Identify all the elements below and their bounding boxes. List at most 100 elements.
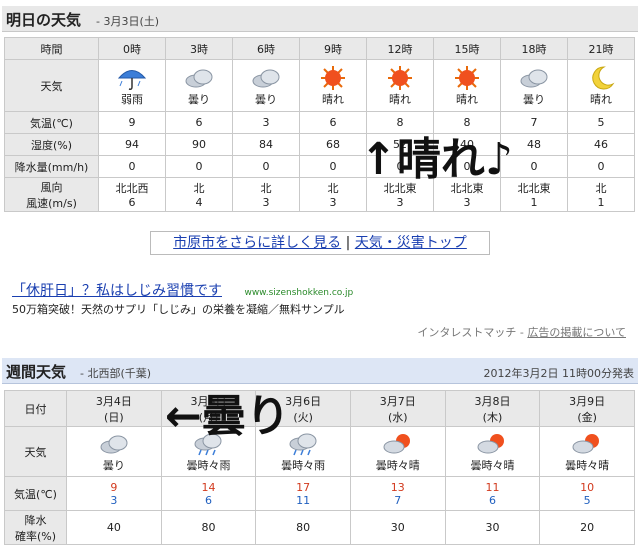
ad-url: www.sizenshokken.co.jp xyxy=(244,288,354,298)
links-separator: | xyxy=(345,235,351,251)
wind-speed: 4 xyxy=(195,196,203,209)
tomorrow-table: 時間 0時 3時 6時 9時 12時 15時 18時 21時 天気 弱雨 曇り xyxy=(4,37,635,212)
wind-dir: 北北西 xyxy=(115,182,149,195)
date-header: 日付 xyxy=(4,390,67,427)
humidity-cell: 90 xyxy=(165,133,233,156)
detail-link[interactable]: 市原市をさらに詳しく見る xyxy=(173,235,341,251)
wind-dir: 北 xyxy=(193,182,205,195)
weekly-weather-cell: 曇時々晴 xyxy=(349,426,446,477)
cloud-sun-icon xyxy=(477,433,505,453)
weekly-weather-cell: 曇時々晴 xyxy=(444,426,541,477)
precip-cell: 0 xyxy=(567,155,635,178)
cloudy-annotation: ←曇り xyxy=(165,391,290,442)
ad-footer-dash: - xyxy=(519,326,524,339)
weather-text: 曇り xyxy=(188,92,210,106)
temp-cell: 6 xyxy=(299,111,367,134)
rain-label-1: 降水 xyxy=(24,513,47,527)
day-date: 3月9日 xyxy=(569,394,606,408)
weekly-table: 日付 3月4日 (日) 3月5日 (月) 3月6日 (火) 3月7日 (水) 3月8日(… xyxy=(4,390,635,545)
ad-headline-row: 「休肝日」？私はしじみ習慣です www.sizenshokken.co.jp xyxy=(12,280,353,300)
weather-cell: 晴れ xyxy=(567,59,635,112)
time-cell: 21時 xyxy=(567,37,635,60)
temp-high: 13 xyxy=(390,480,405,494)
wind-speed: 1 xyxy=(597,196,605,209)
weather-text: 弱雨 xyxy=(121,92,143,106)
day-dow: (木) xyxy=(482,410,503,424)
precip-label: 降水量(mm/h) xyxy=(4,155,99,178)
weekly-temp-cell: 14 6 xyxy=(160,476,257,511)
wind-dir-label: 風向 xyxy=(40,180,63,194)
weather-text: 曇時々雨 xyxy=(281,458,326,472)
weekly-temp-cell: 13 7 xyxy=(349,476,446,511)
weekly-weather-cell: 曇時々晴 xyxy=(539,426,635,477)
weekly-temp-cell: 11 6 xyxy=(444,476,541,511)
weather-cell: 晴れ xyxy=(299,59,367,112)
weather-cell: 晴れ xyxy=(366,59,434,112)
wind-cell: 北北西 6 xyxy=(98,177,166,212)
wind-speed: 3 xyxy=(396,196,404,209)
temp-high: 14 xyxy=(201,480,216,494)
time-header: 時間 xyxy=(4,37,99,60)
date-cell: 3月4日 (日) xyxy=(66,390,162,427)
humidity-cell: 46 xyxy=(567,133,635,156)
time-cell: 6時 xyxy=(232,37,300,60)
rain-prob-cell: 80 xyxy=(255,510,351,545)
temp-label: 気温(℃) xyxy=(4,111,99,134)
weekly-temp-cell: 10 5 xyxy=(539,476,635,511)
humidity-cell: 94 xyxy=(98,133,166,156)
wind-speed-label: 風速(m/s) xyxy=(26,196,77,210)
weather-text: 晴れ xyxy=(456,92,478,106)
temp-low: 6 xyxy=(204,493,212,507)
disaster-top-link[interactable]: 天気・災害トップ xyxy=(355,235,467,251)
day-dow: (日) xyxy=(104,410,124,424)
weather-text: 曇時々晴 xyxy=(565,458,610,472)
ad-description: 50万箱突破！天然のサプリ「しじみ」の栄養を凝縮／無料サンプル xyxy=(12,303,345,316)
weather-cell: 曇り xyxy=(232,59,300,112)
tomorrow-date: - 3月3日(土) xyxy=(96,15,160,28)
wind-cell: 北3 xyxy=(232,177,300,212)
humidity-cell: 84 xyxy=(232,133,300,156)
cloud-icon xyxy=(520,69,548,87)
sunny-annotation: ↑晴れ♪ xyxy=(360,134,513,185)
temp-cell: 9 xyxy=(98,111,166,134)
ad-about-link[interactable]: 広告の掲載について xyxy=(527,326,626,339)
rain-label-2: 確率(%) xyxy=(14,529,57,543)
rain-prob-label: 降水確率(%) xyxy=(4,510,67,545)
cloud-icon xyxy=(252,69,280,87)
weekly-temp-cell: 17 11 xyxy=(255,476,351,511)
weather-text: 曇時々雨 xyxy=(186,458,231,472)
day-date: 3月7日 xyxy=(379,394,416,408)
ad-source: インタレストマッチ xyxy=(417,326,517,339)
umbrella-rain-icon xyxy=(117,69,147,90)
temp-cell: 3 xyxy=(232,111,300,134)
wind-speed: 1 xyxy=(530,196,538,209)
day-date: 3月8日 xyxy=(474,394,511,408)
date-cell: 3月8日 (木) xyxy=(444,390,541,427)
rain-prob-cell: 30 xyxy=(444,510,541,545)
sun-icon xyxy=(321,65,345,90)
precip-cell: 0 xyxy=(232,155,300,178)
temp-low: 5 xyxy=(583,493,591,507)
cloud-rain-icon xyxy=(289,433,317,455)
ad-headline-link[interactable]: 「休肝日」？私はしじみ習慣です xyxy=(12,283,222,299)
weather-text: 曇り xyxy=(255,92,277,106)
time-cell: 18時 xyxy=(500,37,568,60)
links-box: 市原市をさらに詳しく見る | 天気・災害トップ xyxy=(150,231,490,255)
day-dow: (金) xyxy=(577,410,597,424)
tomorrow-header: 明日の天気 - 3月3日(土) xyxy=(2,6,638,32)
wind-cell: 北3 xyxy=(299,177,367,212)
humidity-label: 湿度(%) xyxy=(4,133,99,156)
wind-cell: 北1 xyxy=(567,177,635,212)
weekly-weather-label: 天気 xyxy=(4,426,67,477)
precip-cell: 0 xyxy=(299,155,367,178)
precip-cell: 0 xyxy=(165,155,233,178)
weather-text: 晴れ xyxy=(590,92,612,106)
weather-text: 曇り xyxy=(102,458,125,472)
weekly-weather-cell: 曇り xyxy=(66,426,162,477)
wind-dir: 北 xyxy=(327,182,339,195)
weekly-title: 週間天気 xyxy=(6,363,67,381)
time-cell: 9時 xyxy=(299,37,367,60)
temp-high: 10 xyxy=(580,480,595,494)
wind-dir: 北 xyxy=(595,182,607,195)
weather-cell: 弱雨 xyxy=(98,59,166,112)
